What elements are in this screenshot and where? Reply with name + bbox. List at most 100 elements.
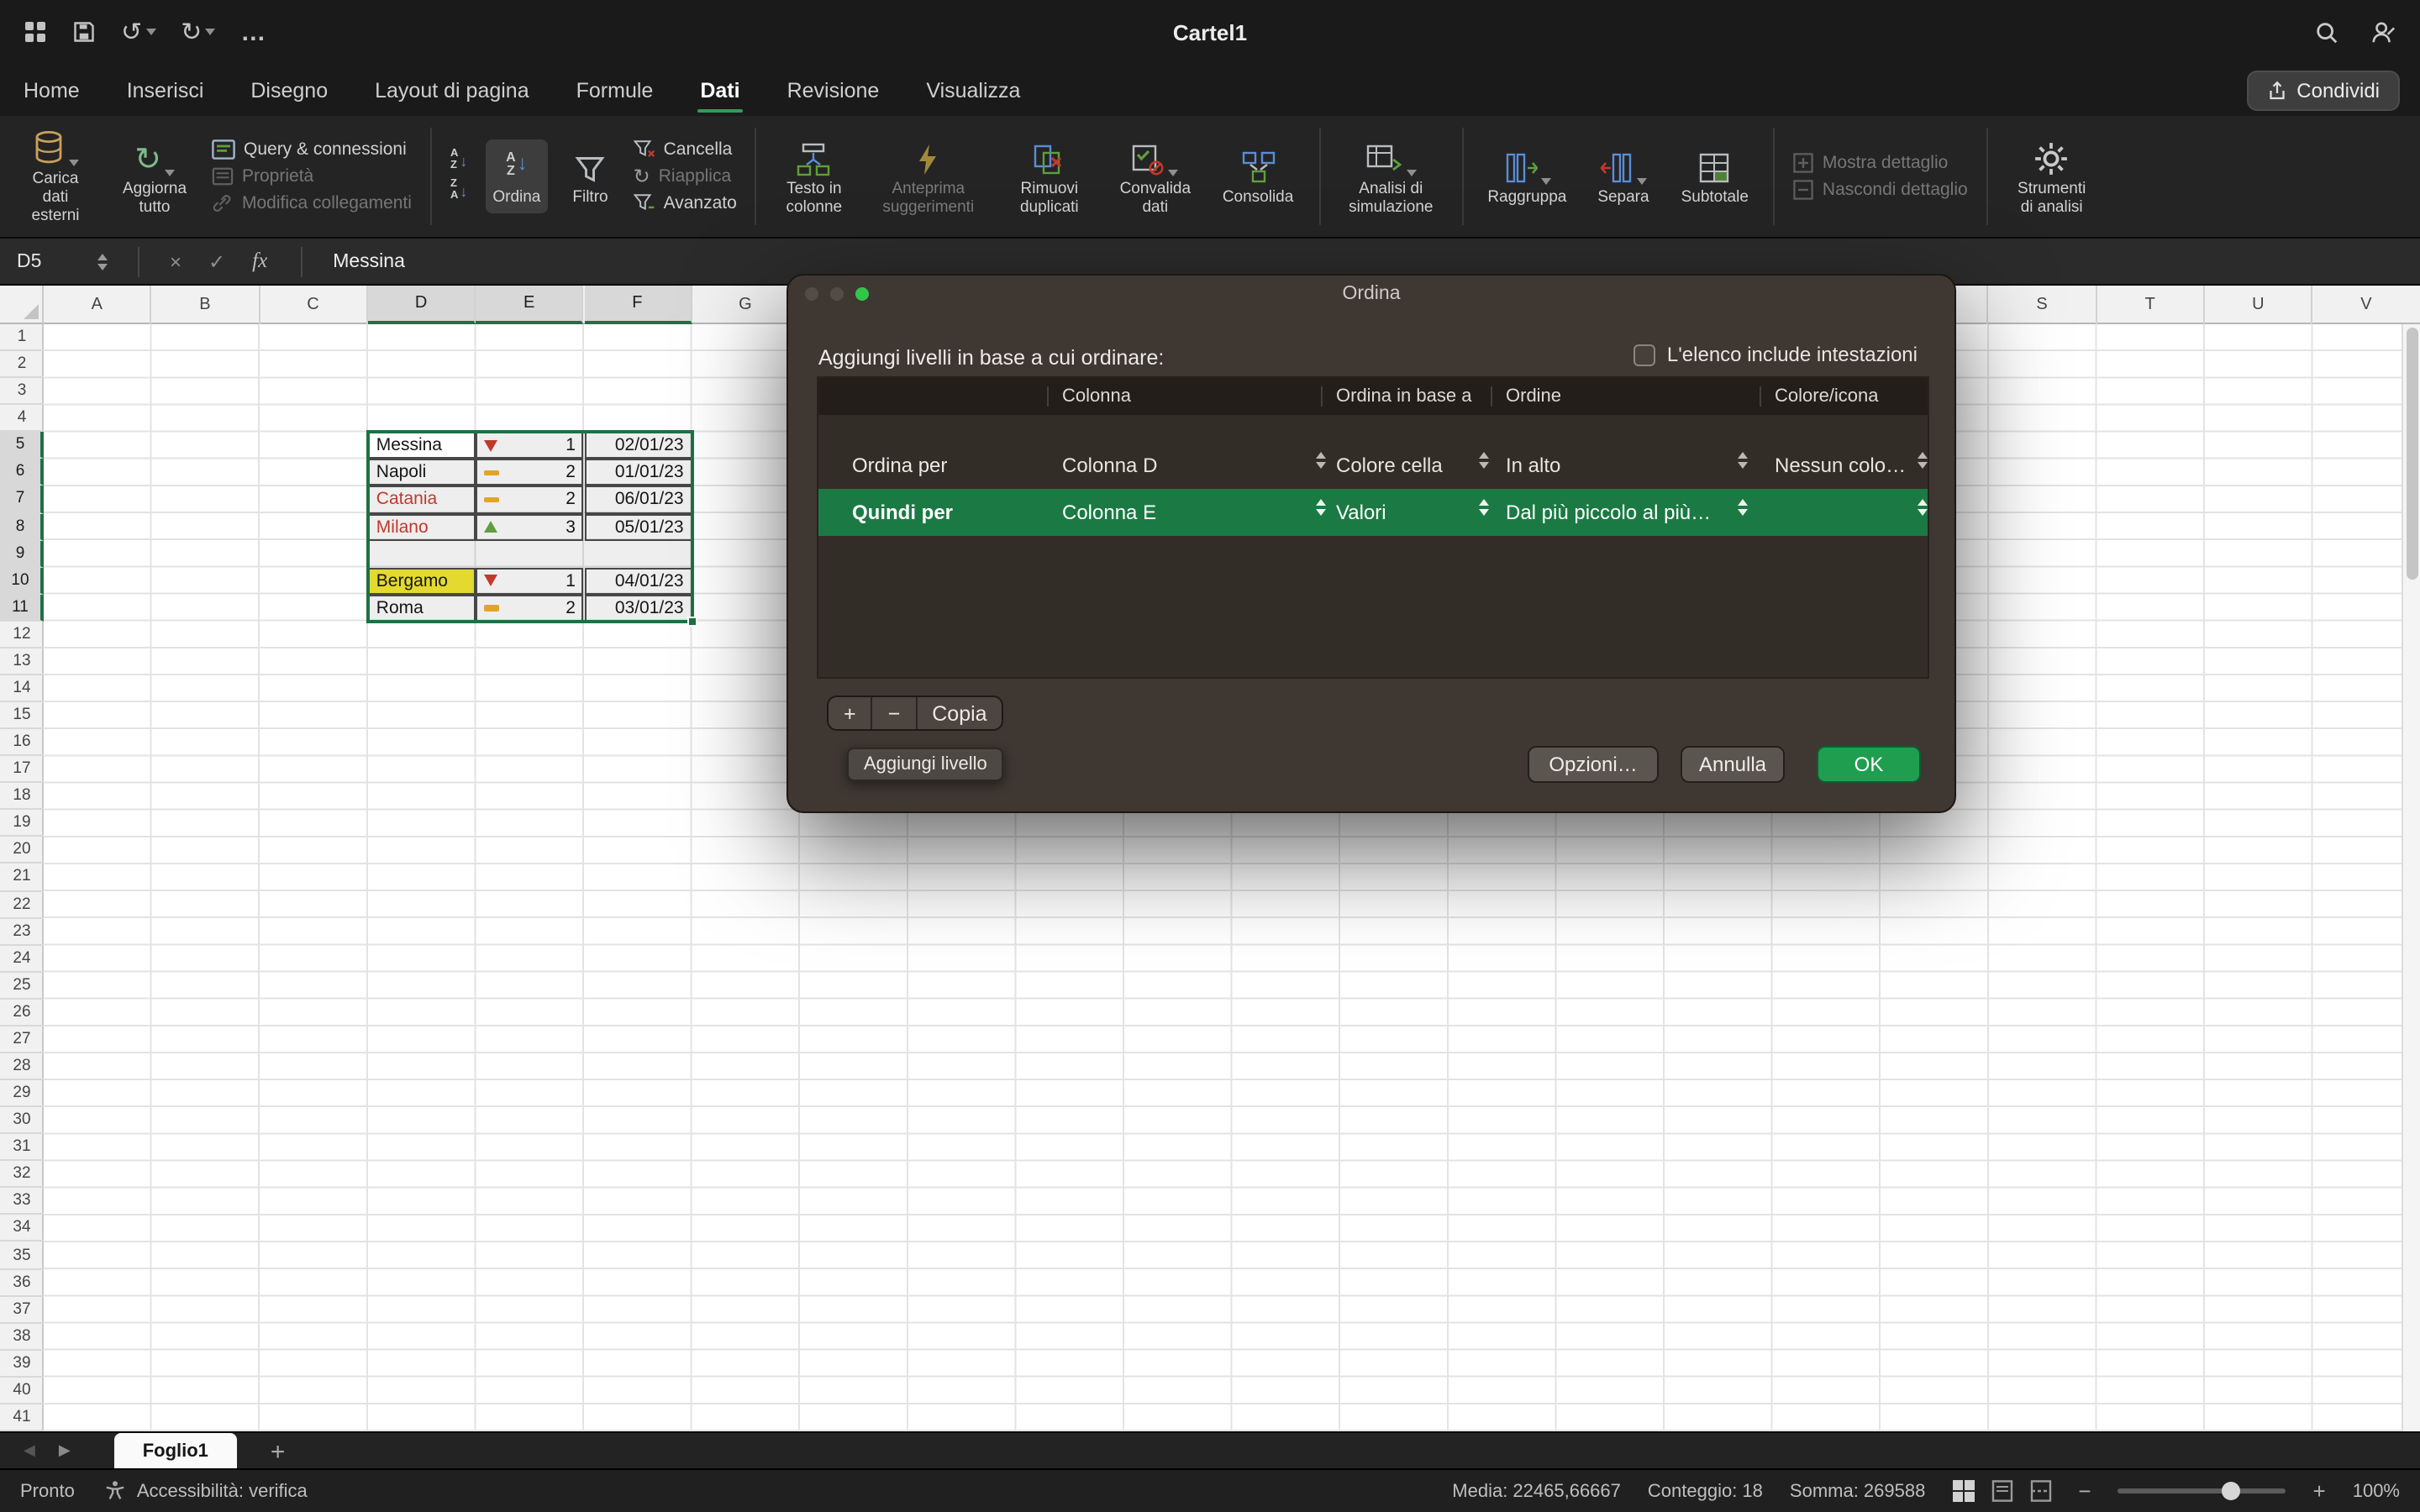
dropdown-stepper-icon[interactable] (1316, 452, 1326, 469)
sort-descending-button[interactable]: ZA ↓ (450, 180, 467, 202)
dropdown-stepper-icon[interactable] (1918, 499, 1928, 516)
subtotal-button[interactable]: Subtotale (1675, 139, 1755, 213)
clear-filter-button[interactable]: Cancella (634, 139, 737, 160)
row-header-9[interactable]: 9 (0, 540, 44, 567)
what-if-analysis-button[interactable]: Analisi di simulazione (1339, 130, 1443, 223)
row-header-16[interactable]: 16 (0, 729, 44, 756)
dropdown-stepper-icon[interactable] (1738, 499, 1748, 516)
cell-F5[interactable]: 02/01/23 (584, 433, 692, 459)
get-external-data-button[interactable]: Carica dati esterni (13, 121, 97, 232)
refresh-all-button[interactable]: ↻ Aggiorna tutto (116, 130, 193, 223)
row-header-33[interactable]: 33 (0, 1189, 44, 1215)
reapply-filter-button[interactable]: ↻ Riapplica (634, 166, 737, 186)
cell-E7[interactable]: 2 (476, 486, 584, 513)
formula-input[interactable]: Messina (333, 251, 405, 271)
sort-level-value[interactable]: Colonna D (1062, 442, 1157, 489)
row-header-28[interactable]: 28 (0, 1053, 44, 1080)
row-header-39[interactable]: 39 (0, 1351, 44, 1378)
next-sheet-icon[interactable]: ▶ (55, 1441, 74, 1460)
sort-level-value[interactable]: In alto (1506, 442, 1560, 489)
row-header-10[interactable]: 10 (0, 567, 44, 594)
options-button[interactable]: Opzioni… (1528, 746, 1659, 783)
row-header-22[interactable]: 22 (0, 891, 44, 918)
row-header-34[interactable]: 34 (0, 1215, 44, 1242)
redo-button[interactable]: ↻ (181, 19, 215, 45)
cell-F10[interactable]: 04/01/23 (584, 567, 692, 594)
row-header-12[interactable]: 12 (0, 622, 44, 648)
sort-level-value[interactable]: Colonna E (1062, 489, 1156, 536)
edit-links-button[interactable]: Modifica collegamenti (212, 193, 412, 213)
dropdown-stepper-icon[interactable] (1918, 452, 1928, 469)
cell-E8[interactable]: 3 (476, 513, 584, 540)
sheet-tab-foglio1[interactable]: Foglio1 (114, 1433, 237, 1468)
queries-connections-button[interactable]: Query & connessioni (212, 139, 412, 160)
row-header-13[interactable]: 13 (0, 648, 44, 675)
row-header-26[interactable]: 26 (0, 1000, 44, 1026)
header-row-checkbox-group[interactable]: L'elenco include intestazioni (1634, 343, 1918, 366)
row-header-15[interactable]: 15 (0, 702, 44, 729)
row-header-27[interactable]: 27 (0, 1026, 44, 1053)
undo-button[interactable]: ↺ (121, 19, 155, 45)
row-header-20[interactable]: 20 (0, 837, 44, 864)
cell-F7[interactable]: 06/01/23 (584, 486, 692, 513)
share-button[interactable]: Condividi (2246, 71, 2400, 111)
cell-D8[interactable]: Milano (368, 513, 476, 540)
column-header-B[interactable]: B (152, 286, 260, 324)
cancel-button[interactable]: Annulla (1681, 746, 1785, 783)
sort-levels-list[interactable]: Ordina perColonna DColore cellaIn altoNe… (818, 415, 1928, 677)
zoom-slider[interactable] (2118, 1488, 2286, 1494)
cell-F11[interactable]: 03/01/23 (584, 594, 692, 621)
zoom-in-icon[interactable]: + (2313, 1478, 2326, 1504)
tab-disegno[interactable]: Disegno (250, 64, 328, 116)
cell-E11[interactable]: 2 (476, 594, 584, 621)
filter-button[interactable]: Filtro (566, 139, 614, 213)
row-header-3[interactable]: 3 (0, 378, 44, 405)
row-header-18[interactable]: 18 (0, 783, 44, 810)
column-header-A[interactable]: A (44, 286, 152, 324)
sort-dialog-titlebar[interactable]: Ordina (788, 276, 1954, 312)
row-header-38[interactable]: 38 (0, 1323, 44, 1350)
row-header-29[interactable]: 29 (0, 1080, 44, 1107)
column-header-T[interactable]: T (2096, 286, 2205, 324)
tab-revisione[interactable]: Revisione (787, 64, 880, 116)
row-header-25[interactable]: 25 (0, 973, 44, 1000)
properties-button[interactable]: Proprietà (212, 166, 412, 186)
cancel-entry-icon[interactable]: × (170, 249, 182, 273)
sort-level-row-1[interactable]: Ordina perColonna DColore cellaIn altoNe… (818, 442, 1928, 489)
sort-level-value[interactable]: Nessun colo… (1775, 442, 1906, 489)
app-grid-icon[interactable] (24, 20, 47, 44)
insert-function-icon[interactable]: fx (252, 249, 267, 274)
page-layout-view-icon[interactable] (1991, 1480, 2012, 1502)
row-header-6[interactable]: 6 (0, 459, 44, 486)
sort-ascending-button[interactable]: AZ ↓ (450, 150, 467, 173)
prev-sheet-icon[interactable]: ◀ (20, 1441, 39, 1460)
row-header-36[interactable]: 36 (0, 1269, 44, 1296)
scrollbar-thumb[interactable] (2406, 328, 2417, 580)
cell-E5[interactable]: 1 (476, 433, 584, 459)
row-header-7[interactable]: 7 (0, 486, 44, 513)
row-header-41[interactable]: 41 (0, 1404, 44, 1431)
tab-visualizza[interactable]: Visualizza (926, 64, 1020, 116)
zoom-out-icon[interactable]: − (2078, 1478, 2091, 1504)
column-header-G[interactable]: G (692, 286, 801, 324)
row-header-31[interactable]: 31 (0, 1134, 44, 1161)
column-header-F[interactable]: F (584, 286, 692, 324)
remove-duplicates-button[interactable]: Rimuovi duplicati (1004, 130, 1095, 223)
tab-dati[interactable]: Dati (700, 64, 739, 116)
more-commands-icon[interactable]: … (240, 19, 268, 45)
normal-view-icon[interactable] (1952, 1480, 1974, 1502)
row-header-40[interactable]: 40 (0, 1378, 44, 1404)
row-header-24[interactable]: 24 (0, 945, 44, 972)
save-icon[interactable] (72, 20, 96, 44)
column-header-V[interactable]: V (2313, 286, 2420, 324)
cell-F6[interactable]: 01/01/23 (584, 459, 692, 486)
advanced-filter-button[interactable]: Avanzato (634, 193, 737, 213)
dropdown-stepper-icon[interactable] (1479, 452, 1489, 469)
accessibility-button[interactable]: Accessibilità: verifica (105, 1480, 308, 1502)
row-header-5[interactable]: 5 (0, 433, 44, 459)
column-header-U[interactable]: U (2205, 286, 2313, 324)
name-box[interactable]: D5 (0, 251, 97, 271)
cell-D10[interactable]: Bergamo (368, 567, 476, 594)
consolidate-button[interactable]: Consolida (1216, 139, 1301, 213)
row-header-21[interactable]: 21 (0, 864, 44, 891)
